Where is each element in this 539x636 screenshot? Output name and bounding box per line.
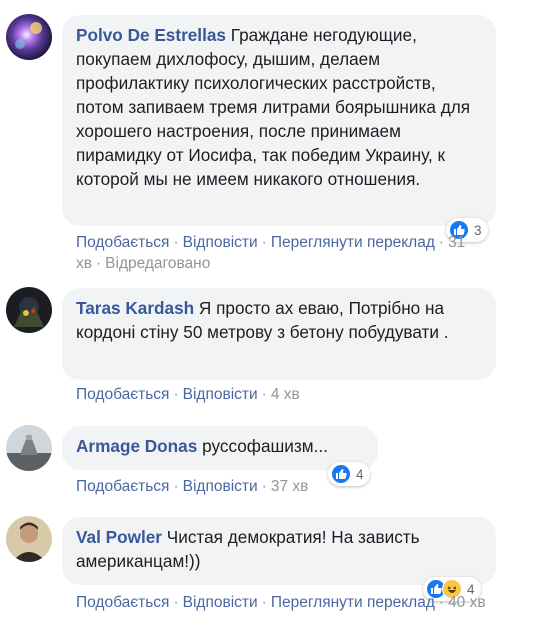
comment-actions: Подобається · Відповісти · Переглянути перек… — [76, 592, 534, 613]
reply-link[interactable]: Відповісти — [183, 386, 258, 403]
comment-bubble: Armage Donas руссофашизм... — [62, 426, 378, 470]
comment-author[interactable]: Val Powler — [76, 527, 162, 547]
separator: · — [438, 594, 445, 611]
comment-bubble: Polvo De Estrellas Граждане негодующие, … — [62, 15, 496, 226]
reply-link[interactable]: Відповісти — [183, 234, 258, 251]
avatar[interactable] — [6, 516, 52, 562]
see-translation-link[interactable]: Переглянути переклад — [271, 234, 435, 251]
edited-label: Відредаговано — [105, 255, 211, 272]
separator: · — [95, 255, 102, 272]
separator: · — [173, 386, 179, 403]
comment-actions: Подобається · Відповісти · 4 хв — [76, 384, 300, 405]
comment-actions: Подобається · Відповісти · Переглянути перек… — [76, 232, 534, 274]
separator: · — [261, 234, 267, 251]
separator: · — [261, 478, 267, 495]
reply-link[interactable]: Відповісти — [183, 594, 258, 611]
comment-bubble: Taras Kardash Я просто ах еваю, Потрібно… — [62, 288, 496, 380]
comment-bubble: Val Powler Чистая демократия! На зависть… — [62, 517, 496, 585]
comment-time[interactable]: 40 хв — [448, 594, 486, 611]
like-link[interactable]: Подобається — [76, 234, 169, 251]
comment-text: Граждане негодующие, покупаем дихлофосу,… — [76, 25, 471, 189]
separator: · — [261, 386, 267, 403]
comment-time[interactable]: 37 хв — [271, 478, 309, 495]
separator: · — [173, 594, 179, 611]
comment-author[interactable]: Polvo De Estrellas — [76, 25, 226, 45]
separator: · — [438, 234, 445, 251]
comment-actions: Подобається · Відповісти · 37 хв — [76, 476, 308, 497]
separator: · — [173, 478, 179, 495]
comment-text: руссофашизм... — [202, 436, 328, 456]
comment-author[interactable]: Armage Donas — [76, 436, 197, 456]
separator: · — [173, 234, 179, 251]
like-link[interactable]: Подобається — [76, 386, 169, 403]
reaction-count: 4 — [356, 466, 364, 482]
comment-time[interactable]: 4 хв — [271, 386, 300, 403]
see-translation-link[interactable]: Переглянути переклад — [271, 594, 435, 611]
reaction-summary[interactable]: 4 — [328, 462, 370, 486]
avatar[interactable] — [6, 14, 52, 60]
like-link[interactable]: Подобається — [76, 478, 169, 495]
avatar[interactable] — [6, 425, 52, 471]
separator: · — [261, 594, 267, 611]
like-link[interactable]: Подобається — [76, 594, 169, 611]
comment-author[interactable]: Taras Kardash — [76, 298, 194, 318]
avatar[interactable] — [6, 287, 52, 333]
like-icon — [331, 464, 351, 484]
reply-link[interactable]: Відповісти — [183, 478, 258, 495]
